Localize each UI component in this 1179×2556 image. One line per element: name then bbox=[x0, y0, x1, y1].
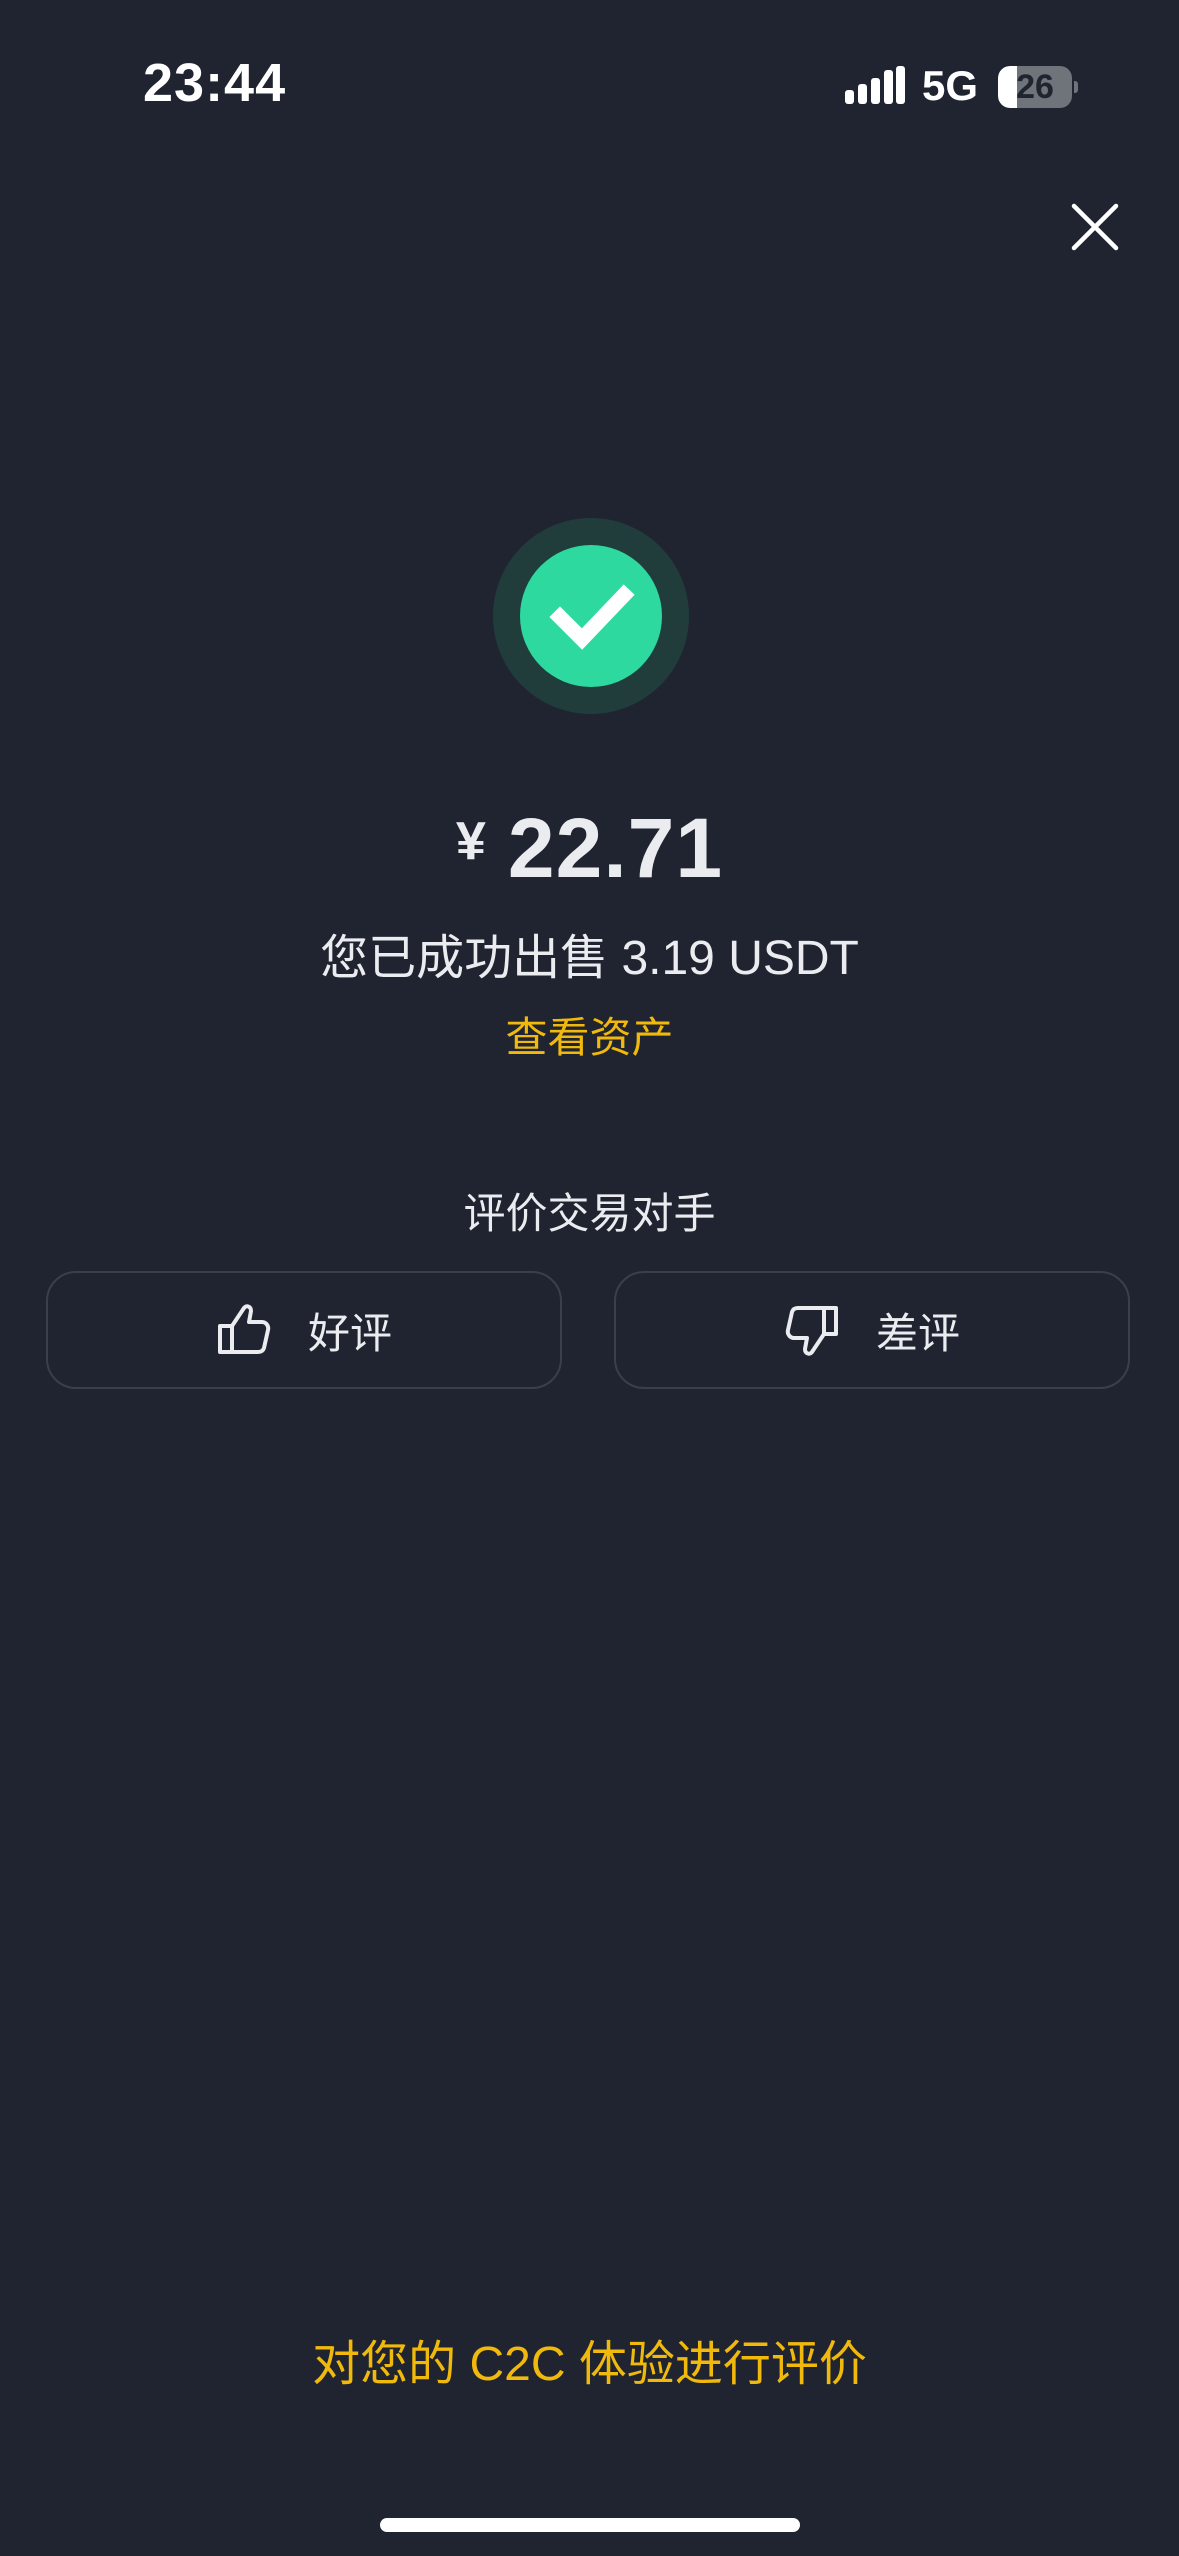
success-badge bbox=[493, 518, 689, 714]
home-indicator[interactable] bbox=[380, 2518, 800, 2532]
battery-icon: 26 bbox=[998, 66, 1078, 108]
negative-review-button[interactable]: 差评 bbox=[614, 1271, 1130, 1389]
close-icon[interactable] bbox=[1068, 200, 1122, 254]
rate-counterparty-title: 评价交易对手 bbox=[463, 1190, 716, 1237]
status-time: 23:44 bbox=[143, 53, 287, 113]
success-message: 您已成功出售 3.19 USDT bbox=[320, 932, 859, 985]
positive-review-button[interactable]: 好评 bbox=[46, 1271, 562, 1389]
thumbs-up-icon bbox=[217, 1304, 271, 1354]
cellular-signal-icon bbox=[845, 66, 905, 104]
battery-level: 26 bbox=[1016, 68, 1054, 106]
view-assets-link[interactable]: 查看资产 bbox=[505, 1014, 673, 1061]
amount-display: ¥22.71 bbox=[0, 800, 1179, 897]
view-assets-link-row: 查看资产 bbox=[0, 1004, 1179, 1065]
thumbs-down-icon bbox=[785, 1306, 838, 1356]
check-icon bbox=[549, 584, 635, 650]
network-type: 5G bbox=[922, 62, 979, 109]
positive-review-label: 好评 bbox=[307, 1309, 392, 1357]
c2c-feedback-link[interactable]: 对您的 C2C 体验进行评价 bbox=[0, 2324, 1179, 2394]
negative-review-label: 差评 bbox=[875, 1309, 960, 1357]
currency-symbol: ¥ bbox=[455, 811, 486, 871]
amount-value: 22.71 bbox=[507, 801, 724, 895]
